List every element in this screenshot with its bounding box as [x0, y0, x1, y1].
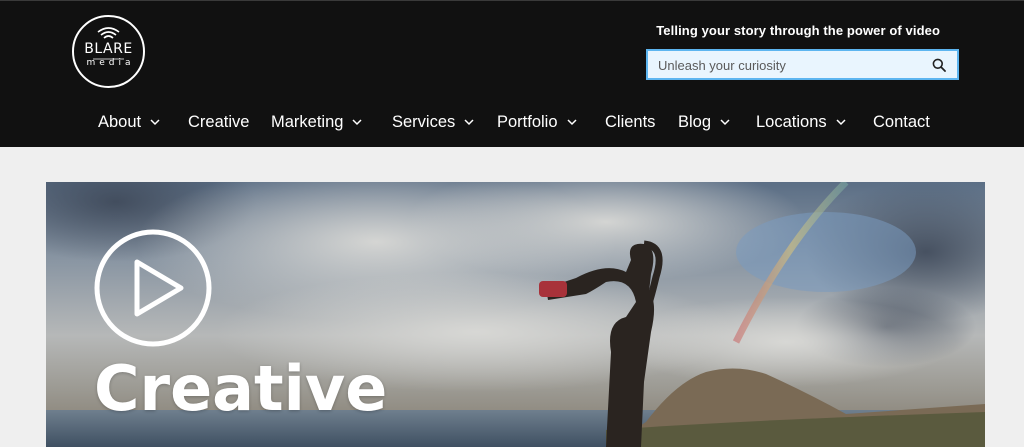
hero-title: Creative	[94, 352, 388, 425]
chevron-down-icon	[720, 119, 730, 126]
nav-item-creative[interactable]: Creative	[188, 113, 249, 132]
nav-label: Creative	[188, 113, 250, 131]
logo-wordmark: BLARE	[84, 41, 133, 57]
nav-item-locations[interactable]: Locations	[756, 113, 846, 132]
main-nav: About Creative Marketing Services Portfo…	[0, 105, 1024, 141]
nav-item-clients[interactable]: Clients	[605, 113, 655, 132]
header-tagline: Telling your story through the power of …	[656, 23, 940, 38]
chevron-down-icon	[464, 119, 474, 126]
nav-label: Contact	[873, 113, 930, 131]
search-icon[interactable]	[932, 58, 946, 72]
hero-banner: Creative	[46, 182, 985, 447]
chevron-down-icon	[150, 119, 160, 126]
site-header: BLARE media Telling your story through t…	[0, 0, 1024, 147]
nav-label: Marketing	[271, 113, 344, 131]
nav-item-about[interactable]: About	[98, 113, 160, 132]
nav-label: Services	[392, 113, 456, 131]
search-box	[646, 49, 959, 80]
nav-label: Blog	[678, 113, 712, 131]
chevron-down-icon	[836, 119, 846, 126]
play-circle-icon[interactable]	[93, 228, 213, 348]
nav-item-blog[interactable]: Blog	[678, 113, 730, 132]
nav-label: About	[98, 113, 142, 131]
chevron-down-icon	[567, 119, 577, 126]
logo-subtext: media	[86, 58, 135, 68]
nav-item-marketing[interactable]: Marketing	[271, 113, 362, 132]
search-input[interactable]	[658, 55, 918, 75]
blare-media-logo[interactable]: BLARE media	[71, 14, 146, 89]
nav-item-services[interactable]: Services	[392, 113, 474, 132]
nav-label: Locations	[756, 113, 827, 131]
nav-label: Portfolio	[497, 113, 558, 131]
chevron-down-icon	[352, 119, 362, 126]
nav-label: Clients	[605, 113, 656, 131]
nav-item-portfolio[interactable]: Portfolio	[497, 113, 577, 132]
nav-item-contact[interactable]: Contact	[873, 113, 930, 132]
